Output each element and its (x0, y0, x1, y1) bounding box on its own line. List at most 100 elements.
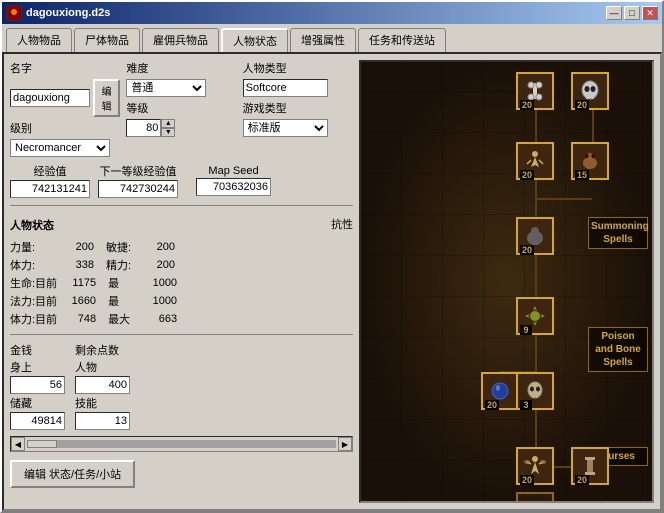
title-bar: dagouxiong.d2s — □ ✕ (2, 2, 662, 24)
tab-body[interactable]: 尸体物品 (74, 28, 140, 52)
resist-label: 抗性 (331, 216, 353, 232)
stat-label2-3: 最 (108, 293, 138, 309)
name-label: 名字 (10, 60, 40, 76)
scrollbar-track (27, 440, 336, 448)
skill-input[interactable] (75, 412, 130, 430)
mapseed-input[interactable] (196, 178, 271, 196)
stat-value2-0: 200 (140, 241, 175, 253)
raise1-count: 20 (520, 170, 534, 180)
stat-label-2: 生命:目前 (10, 275, 57, 291)
stash-input[interactable] (10, 412, 65, 430)
stat-row-2: 生命:目前 1175 最 1000 (10, 275, 353, 291)
stat-value2-3: 1000 (142, 295, 177, 307)
remain-label: 剩余点数 (75, 342, 130, 358)
summon2-count: 15 (575, 170, 589, 180)
edit-status-button[interactable]: 编辑 状态/任务/小站 (10, 460, 135, 488)
skill-node-bone1[interactable]: 20 (516, 72, 554, 110)
scroll-right-button[interactable]: ▶ (338, 437, 352, 451)
lower1-count: 20 (520, 475, 534, 485)
stat-row-0: 力量: 200 敏捷: 200 (10, 239, 353, 255)
tab-attrs[interactable]: 增强属性 (290, 28, 356, 52)
difficulty-input-row: 普通 (126, 79, 236, 97)
scrollbar-thumb[interactable] (27, 440, 57, 448)
window-title: dagouxiong.d2s (26, 7, 110, 19)
summon3-count: 20 (520, 245, 534, 255)
skill-node-empty[interactable] (516, 492, 554, 503)
tab-hire[interactable]: 雇佣兵物品 (142, 28, 219, 52)
stat-label2-2: 最 (108, 275, 138, 291)
stat-value-0: 200 (59, 241, 94, 253)
bone2-count: 20 (485, 400, 499, 410)
skill-node-lower2[interactable]: 20 (571, 447, 609, 485)
level-select[interactable]: Necromancer (10, 139, 110, 157)
stat-value-2: 1175 (61, 277, 96, 289)
stat-value-4: 748 (61, 313, 96, 325)
next-exp-input[interactable] (98, 180, 178, 198)
level-input-row: Necromancer (10, 139, 120, 157)
skill-tree-panel: SummoningSpells Poisonand BoneSpells Cur… (359, 60, 654, 503)
chartype-input-row (243, 79, 353, 97)
exp-label: 经验值 (34, 163, 67, 179)
minimize-button[interactable]: — (606, 6, 622, 20)
skull-count: 20 (575, 100, 589, 110)
lower2-count: 20 (575, 475, 589, 485)
empty-icon (521, 497, 549, 503)
maximize-button[interactable]: □ (624, 6, 640, 20)
skill-node-bone2[interactable]: 20 (481, 372, 519, 410)
remain-sublabel: 人物 (75, 359, 130, 375)
stat-row-1: 体力: 338 精力: 200 (10, 257, 353, 273)
skill-node-lower1[interactable]: 20 (516, 447, 554, 485)
poison1-count: 9 (520, 325, 532, 335)
body-money-input[interactable] (10, 376, 65, 394)
stat-label-0: 力量: (10, 239, 55, 255)
stat-row-4: 体力:目前 748 最大 663 (10, 311, 353, 327)
edit-name-button[interactable]: 编辑 (93, 79, 120, 117)
exp-input[interactable] (10, 180, 90, 198)
tab-quest[interactable]: 任务和传送站 (358, 28, 446, 52)
gametype-select[interactable]: 标准版 (243, 119, 328, 137)
scrollbar[interactable]: ◀ ▶ (10, 436, 353, 452)
grade-up-button[interactable]: ▲ (161, 119, 175, 128)
next-exp-label: 下一等级经验值 (100, 163, 177, 179)
name-input[interactable] (10, 89, 90, 107)
grade-spinner: ▲ ▼ (126, 119, 175, 137)
scroll-left-button[interactable]: ◀ (11, 437, 25, 451)
body-money-sublabel: 身上 (10, 359, 65, 375)
title-bar-left: dagouxiong.d2s (6, 5, 110, 21)
level-row: 级别 (10, 120, 120, 136)
app-icon (6, 5, 22, 21)
gametype-input-row: 标准版 (243, 119, 353, 137)
main-window: dagouxiong.d2s — □ ✕ 人物物品 尸体物品 雇佣兵物品 人物状… (0, 0, 664, 513)
tab-status[interactable]: 人物状态 (221, 28, 288, 52)
level-label: 级别 (10, 120, 40, 136)
stat-value-1: 338 (59, 259, 94, 271)
stat-label-3: 法力:目前 (10, 293, 57, 309)
stat-row-3: 法力:目前 1660 最 1000 (10, 293, 353, 309)
stat-value2-1: 200 (140, 259, 175, 271)
connector-5 (535, 255, 537, 297)
close-button[interactable]: ✕ (642, 6, 658, 20)
tab-items[interactable]: 人物物品 (6, 28, 72, 52)
skill-node-poison1[interactable]: 9 (516, 297, 554, 335)
status-section-title: 人物状态 (10, 217, 54, 233)
grade-spinner-buttons: ▲ ▼ (161, 119, 175, 137)
stat-label2-1: 精力: (106, 257, 136, 273)
skill-node-raise1[interactable]: 20 (516, 142, 554, 180)
connector-8 (535, 410, 537, 447)
tab-bar: 人物物品 尸体物品 雇佣兵物品 人物状态 增强属性 任务和传送站 (2, 24, 662, 52)
bone1-count: 20 (520, 100, 534, 110)
skill-node-skull[interactable]: 20 (571, 72, 609, 110)
chartype-input[interactable] (243, 79, 328, 97)
skill-node-summon3[interactable]: 20 (516, 217, 554, 255)
content-area: 名字 编辑 级别 Necromancer (2, 52, 662, 511)
title-buttons: — □ ✕ (606, 6, 658, 20)
skill-label: 技能 (75, 395, 130, 411)
grade-down-button[interactable]: ▼ (161, 128, 175, 137)
skill-node-summon2[interactable]: 15 (571, 142, 609, 180)
connector-2 (592, 110, 594, 142)
gametype-label: 游戏类型 (243, 100, 287, 116)
difficulty-select[interactable]: 普通 (126, 79, 206, 97)
skill-node-bone3[interactable]: 3 (516, 372, 554, 410)
grade-input[interactable] (126, 119, 161, 137)
remain-input[interactable] (75, 376, 130, 394)
